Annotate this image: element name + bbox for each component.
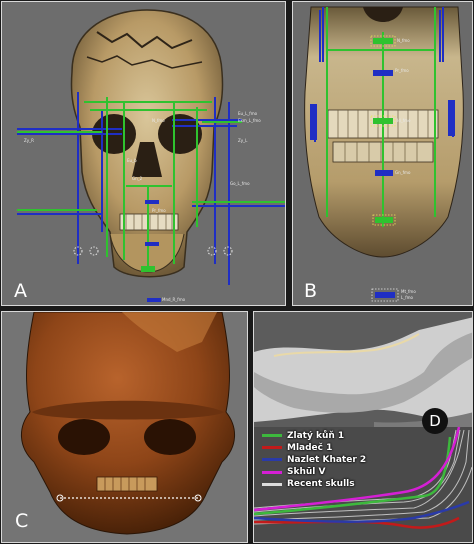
landmark-label: Mnd_R_fmo [162,297,186,302]
landmark-label: Eu_L_fmo [238,111,258,116]
legend-label: Zlatý kůň 1 [287,430,345,441]
panel-c-label: C [15,510,29,532]
legend-item-zlaty-kun: Zlatý kůň 1 [262,430,366,441]
landmark-label: Pr_fmo [152,208,166,213]
landmark-label: Zy_R [24,138,34,143]
legend-item-recent-skulls: Recent skulls [262,479,366,490]
landmark-label: N_fmo [397,38,410,43]
landmark-label: Zy_L [238,138,248,143]
legend-swatch [262,470,282,474]
legend-label: Skhūl V [287,467,326,478]
legend-label: Nazlet Khater 2 [287,454,367,465]
legend-label: Mladeč 1 [287,442,333,453]
skull-photograph [21,312,235,535]
panel-c-skull-photo: C [1,311,248,543]
panel-a-frontal-skull: Eu_L_fmo Ekm_L_fmo Zy_L Go_L_fmo Zy_R Eu… [1,1,286,306]
panel-d-mesh-and-profiles: D Zlatý kůň 1 Mladeč 1 Nazlet Khater 2 S… [253,311,473,543]
legend-swatch [262,434,282,437]
landmark-label: L_fmo [401,295,414,300]
landmark-label: N_fmo [152,118,165,123]
landmark-label: Pr_fmo [395,68,409,73]
legend-swatch [262,446,282,450]
maxilla-mandible-closeup: N_fmo Pr_fmo Id_fmo Gn_fmo Mt_fmo L_fmo [304,6,464,302]
landmark-label: Gn_fmo [395,170,411,175]
landmark-label: Id_fmo [397,118,411,123]
panel-b-facial-closeup: N_fmo Pr_fmo Id_fmo Gn_fmo Mt_fmo L_fmo … [292,1,473,306]
landmark-label: Eu_b [127,158,137,163]
chart-legend: Zlatý kůň 1 Mladeč 1 Nazlet Khater 2 Skh… [262,430,366,491]
panel-a-label: A [14,280,27,302]
skull-frontal-view: Eu_L_fmo Ekm_L_fmo Zy_L Go_L_fmo Zy_R Eu… [17,9,285,302]
landmark-label: Gn_2 [132,176,143,181]
legend-swatch [262,482,282,486]
legend-item-mladec: Mladeč 1 [262,442,366,453]
landmark-label: Go_L_fmo [230,181,250,186]
landmark-label: Ekm_L_fmo [238,118,261,123]
landmark-label: Mt_fmo [401,289,416,294]
legend-label: Recent skulls [287,479,355,490]
legend-swatch [262,458,282,462]
legend-item-skhul: Skhūl V [262,467,366,478]
panel-d-label: D [422,408,448,434]
legend-item-nazlet-khater: Nazlet Khater 2 [262,454,366,465]
panel-b-label: B [304,280,318,302]
